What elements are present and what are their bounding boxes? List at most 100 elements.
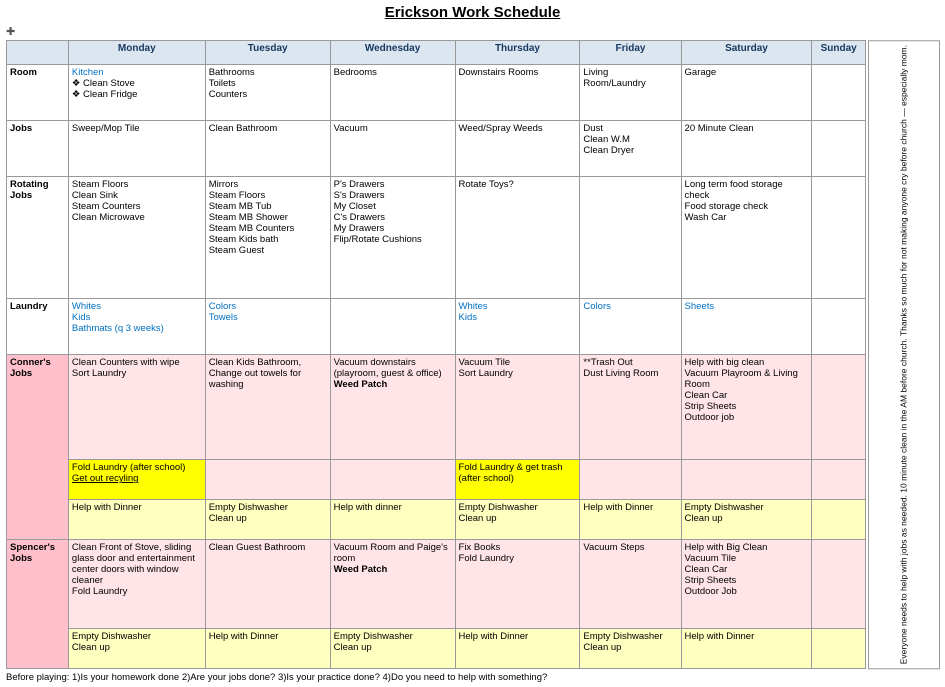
room-mon-text: Kitchen: [72, 67, 104, 78]
rotating-saturday: Long term food storage checkFood storage…: [681, 177, 812, 299]
conner-tue-main: Clean Kids Bathroom,Change out towels fo…: [205, 355, 330, 460]
footer-text: Before playing: 1)Is your homework done …: [6, 672, 547, 683]
page-title: Erickson Work Schedule: [6, 4, 939, 21]
conner-fri-yellow: [580, 460, 681, 500]
laundry-tue-text: ColorsTowels: [209, 301, 238, 323]
spencer-wed-dinner: Empty DishwasherClean up: [330, 629, 455, 669]
jobs-sunday: [812, 121, 866, 177]
rot-wed-text: P's DrawersS's DrawersMy ClosetC's Drawe…: [334, 179, 422, 245]
jobs-label: Jobs: [7, 121, 69, 177]
conner-fri-main: **Trash OutDust Living Room: [580, 355, 681, 460]
laundry-thu-text: WhitesKids: [459, 301, 488, 323]
jobs-friday: DustClean W.MClean Dryer: [580, 121, 681, 177]
header-monday: Monday: [68, 41, 205, 65]
spencer-fri-dinner: Empty DishwasherClean up: [580, 629, 681, 669]
spencer-main-row: Spencer'sJobs Clean Front of Stove, slid…: [7, 540, 866, 629]
room-row: Room Kitchen ❖ Clean Stove ❖ Clean Fridg…: [7, 64, 866, 120]
spencer-fri-dinner-text: Empty DishwasherClean up: [583, 631, 662, 653]
conner-mon-dinner-text: Help with Dinner: [72, 502, 142, 513]
header-blank: [7, 41, 69, 65]
spencer-fri-text: Vacuum Steps: [583, 542, 644, 553]
laundry-fri-text: Colors: [583, 301, 610, 312]
conner-sun-main: [812, 355, 866, 460]
header-row: Monday Tuesday Wednesday Thursday Friday…: [7, 41, 866, 65]
conner-sat-dinner: Empty DishwasherClean up: [681, 500, 812, 540]
rotating-tuesday: MirrorsSteam FloorsSteam MB TubSteam MB …: [205, 177, 330, 299]
conner-tue-text: Clean Kids Bathroom,Change out towels fo…: [209, 357, 301, 390]
room-saturday: Garage: [681, 64, 812, 120]
page-wrapper: Erickson Work Schedule ✚ Monday Tuesday …: [0, 0, 945, 687]
spencer-dinner-row: Empty DishwasherClean up Help with Dinne…: [7, 629, 866, 669]
conner-label: Conner'sJobs: [7, 355, 69, 540]
add-button[interactable]: ✚: [6, 25, 15, 38]
conner-thu-dinner: Empty DishwasherClean up: [455, 500, 580, 540]
conner-wed-dinner-text: Help with dinner: [334, 502, 402, 513]
spencer-tue-dinner-text: Help with Dinner: [209, 631, 279, 642]
room-fri-text: LivingRoom/Laundry: [583, 67, 645, 89]
spencer-sun-dinner: [812, 629, 866, 669]
room-label: Room: [7, 64, 69, 120]
laundry-thursday: WhitesKids: [455, 298, 580, 354]
conner-mon-yellow-text: Fold Laundry (after school)Get out recyl…: [72, 462, 186, 484]
room-friday: LivingRoom/Laundry: [580, 64, 681, 120]
rotating-label: RotatingJobs: [7, 177, 69, 299]
laundry-monday: WhitesKidsBathmats (q 3 weeks): [68, 298, 205, 354]
side-note: Everyone needs to help with jobs as need…: [868, 40, 940, 669]
conner-fri-dinner-text: Help with Dinner: [583, 502, 653, 513]
header-tuesday: Tuesday: [205, 41, 330, 65]
spencer-sat-dinner: Help with Dinner: [681, 629, 812, 669]
conner-thu-yellow-text: Fold Laundry & get trash (after school): [459, 462, 563, 484]
main-layout: Monday Tuesday Wednesday Thursday Friday…: [6, 40, 939, 669]
jobs-tuesday: Clean Bathroom: [205, 121, 330, 177]
jobs-saturday: 20 Minute Clean: [681, 121, 812, 177]
schedule-table: Monday Tuesday Wednesday Thursday Friday…: [6, 40, 866, 669]
spencer-tue-dinner: Help with Dinner: [205, 629, 330, 669]
conner-dinner-row: Help with Dinner Empty DishwasherClean u…: [7, 500, 866, 540]
conner-sat-main: Help with big cleanVacuum Playroom & Liv…: [681, 355, 812, 460]
spencer-thu-text: Fix BooksFold Laundry: [459, 542, 514, 564]
rot-sat-text: Long term food storage checkFood storage…: [685, 179, 783, 223]
room-thu-text: Downstairs Rooms: [459, 67, 539, 78]
header-sunday: Sunday: [812, 41, 866, 65]
conner-main-row: Conner'sJobs Clean Counters with wipeSor…: [7, 355, 866, 460]
footer-note: Before playing: 1)Is your homework done …: [6, 672, 939, 683]
spencer-label: Spencer'sJobs: [7, 540, 69, 669]
laundry-mon-text: WhitesKidsBathmats (q 3 weeks): [72, 301, 164, 334]
laundry-tuesday: ColorsTowels: [205, 298, 330, 354]
spencer-wed-main: Vacuum Room and Paige's roomWeed Patch: [330, 540, 455, 629]
laundry-row: Laundry WhitesKidsBathmats (q 3 weeks) C…: [7, 298, 866, 354]
spencer-wed-dinner-text: Empty DishwasherClean up: [334, 631, 413, 653]
rotating-sunday: [812, 177, 866, 299]
rotating-row: RotatingJobs Steam FloorsClean SinkSteam…: [7, 177, 866, 299]
jobs-wednesday: Vacuum: [330, 121, 455, 177]
conner-sat-text: Help with big cleanVacuum Playroom & Liv…: [685, 357, 798, 423]
conner-thu-text: Vacuum TileSort Laundry: [459, 357, 513, 379]
side-note-text: Everyone needs to help with jobs as need…: [898, 45, 909, 664]
header-saturday: Saturday: [681, 41, 812, 65]
spencer-wed-text: Vacuum Room and Paige's roomWeed Patch: [334, 542, 448, 575]
conner-tue-dinner-text: Empty DishwasherClean up: [209, 502, 288, 524]
spencer-thu-main: Fix BooksFold Laundry: [455, 540, 580, 629]
spencer-mon-main: Clean Front of Stove, sliding glass door…: [68, 540, 205, 629]
jobs-monday: Sweep/Mop Tile: [68, 121, 205, 177]
laundry-friday: Colors: [580, 298, 681, 354]
spencer-sun-main: [812, 540, 866, 629]
conner-mon-main: Clean Counters with wipeSort Laundry: [68, 355, 205, 460]
conner-sun-yellow: [812, 460, 866, 500]
spencer-fri-main: Vacuum Steps: [580, 540, 681, 629]
room-tue-text: BathroomsToiletsCounters: [209, 67, 255, 100]
room-wednesday: Bedrooms: [330, 64, 455, 120]
conner-mon-dinner: Help with Dinner: [68, 500, 205, 540]
rotating-wednesday: P's DrawersS's DrawersMy ClosetC's Drawe…: [330, 177, 455, 299]
room-wed-text: Bedrooms: [334, 67, 377, 78]
conner-fri-text: **Trash OutDust Living Room: [583, 357, 658, 379]
conner-mon-yellow: Fold Laundry (after school)Get out recyl…: [68, 460, 205, 500]
conner-fri-dinner: Help with Dinner: [580, 500, 681, 540]
conner-wed-main: Vacuum downstairs (playroom, guest & off…: [330, 355, 455, 460]
spencer-sat-dinner-text: Help with Dinner: [685, 631, 755, 642]
rotating-friday: [580, 177, 681, 299]
conner-sat-yellow: [681, 460, 812, 500]
laundry-saturday: Sheets: [681, 298, 812, 354]
spencer-mon-dinner-text: Empty DishwasherClean up: [72, 631, 151, 653]
spencer-thu-dinner: Help with Dinner: [455, 629, 580, 669]
